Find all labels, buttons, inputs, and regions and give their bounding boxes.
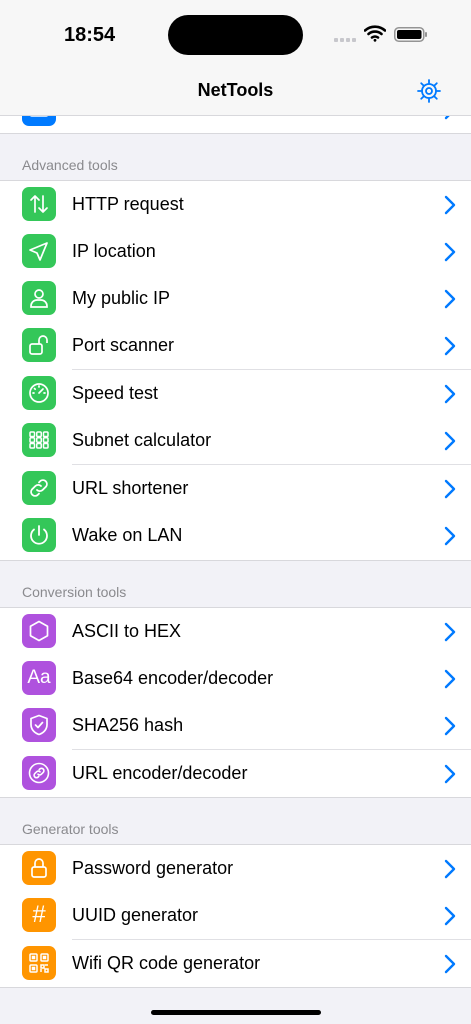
chevron-right-icon — [444, 669, 456, 689]
hexagon-icon — [22, 614, 56, 648]
list-item-sha256-hash[interactable]: SHA256 hash — [0, 702, 471, 750]
chevron-right-icon — [444, 954, 456, 974]
section-header-generator: Generator tools — [22, 821, 119, 837]
list-item-ip-location[interactable]: IP location — [0, 228, 471, 276]
chevron-right-icon — [444, 906, 456, 926]
list-item-label: Wifi QR code generator — [72, 953, 261, 973]
list-item-my-public-ip[interactable]: My public IP — [0, 275, 471, 323]
chevron-right-icon — [444, 431, 456, 451]
divider — [0, 560, 471, 561]
list-item-label: URL shortener — [72, 478, 189, 498]
link-circle-icon — [22, 756, 56, 790]
qr-code-icon — [22, 946, 56, 980]
list-item-password-generator[interactable]: Password generator — [0, 845, 471, 893]
list-item-label: IP location — [72, 241, 156, 261]
speedometer-icon — [22, 376, 56, 410]
divider — [0, 987, 471, 988]
list-item-url-encoder[interactable]: URL encoder/decoder — [0, 750, 471, 798]
list-item-label: Base64 encoder/decoder — [72, 668, 274, 688]
text-format-icon: Aa — [22, 661, 56, 695]
wifi-icon — [364, 25, 386, 42]
shield-check-icon — [22, 708, 56, 742]
chevron-right-icon — [444, 384, 456, 404]
list-item-port-scanner[interactable]: Port scanner — [0, 322, 471, 370]
list-item-label: My public IP — [72, 288, 171, 308]
battery-icon — [394, 27, 427, 42]
grid-icon — [22, 423, 56, 457]
list-item-label: Speed test — [72, 383, 159, 403]
list-item-subnet-calculator[interactable]: Subnet calculator — [0, 417, 471, 465]
text-format-glyph: Aa — [27, 667, 51, 688]
location-arrow-icon — [22, 234, 56, 268]
home-indicator — [151, 1010, 321, 1015]
lock-icon — [22, 851, 56, 885]
status-time: 18:54 — [64, 24, 116, 46]
page-title: NetTools — [197, 80, 274, 100]
gear-icon[interactable] — [416, 78, 442, 104]
section-header-conversion: Conversion tools — [22, 584, 127, 600]
list-item-wake-on-lan[interactable]: Wake on LAN — [0, 512, 471, 560]
divider — [0, 797, 471, 798]
chevron-right-icon — [444, 479, 456, 499]
chevron-right-icon — [444, 195, 456, 215]
list-item-label: UUID generator — [72, 905, 199, 925]
list-item-label: Port scanner — [72, 335, 175, 355]
navigation-bar: NetTools — [0, 70, 471, 116]
list-item-label: Subnet calculator — [72, 430, 212, 450]
link-icon — [22, 471, 56, 505]
cellular-signal-icon — [334, 38, 356, 42]
list-item-uuid-generator[interactable]: # UUID generator — [0, 892, 471, 940]
list-item-label: ASCII to HEX — [72, 621, 182, 641]
list-item-ascii-to-hex[interactable]: ASCII to HEX — [0, 608, 471, 656]
lock-open-icon — [22, 328, 56, 362]
chevron-right-icon — [444, 289, 456, 309]
number-sign-icon: # — [22, 898, 56, 932]
list-item-url-shortener[interactable]: URL shortener — [0, 465, 471, 513]
list-item-speed-test[interactable]: Speed test — [0, 370, 471, 418]
list-item-label: SHA256 hash — [72, 715, 184, 735]
person-icon — [22, 281, 56, 315]
list-item-wifi-qr-generator[interactable]: Wifi QR code generator — [0, 940, 471, 988]
chevron-right-icon — [444, 716, 456, 736]
chevron-right-icon — [444, 764, 456, 784]
list-item-label: URL encoder/decoder — [72, 763, 248, 783]
status-bar: 18:54 — [0, 0, 471, 70]
chevron-right-icon — [444, 526, 456, 546]
chevron-right-icon — [444, 242, 456, 262]
list-item-http-request[interactable]: HTTP request — [0, 181, 471, 229]
list-item-label: Password generator — [72, 858, 234, 878]
arrows-up-down-icon — [22, 187, 56, 221]
section-header-advanced: Advanced tools — [22, 157, 118, 173]
list-item-label: Wake on LAN — [72, 525, 183, 545]
list-item-base64[interactable]: Aa Base64 encoder/decoder — [0, 655, 471, 703]
chevron-right-icon — [444, 336, 456, 356]
list-item-label: HTTP request — [72, 194, 184, 214]
chevron-right-icon — [444, 622, 456, 642]
tools-list: Whois Advanced tools HTTP request IP loc… — [0, 0, 471, 1024]
power-icon — [22, 518, 56, 552]
chevron-right-icon — [444, 859, 456, 879]
divider — [0, 133, 471, 134]
dynamic-island — [168, 15, 303, 55]
number-sign-glyph: # — [32, 901, 46, 928]
